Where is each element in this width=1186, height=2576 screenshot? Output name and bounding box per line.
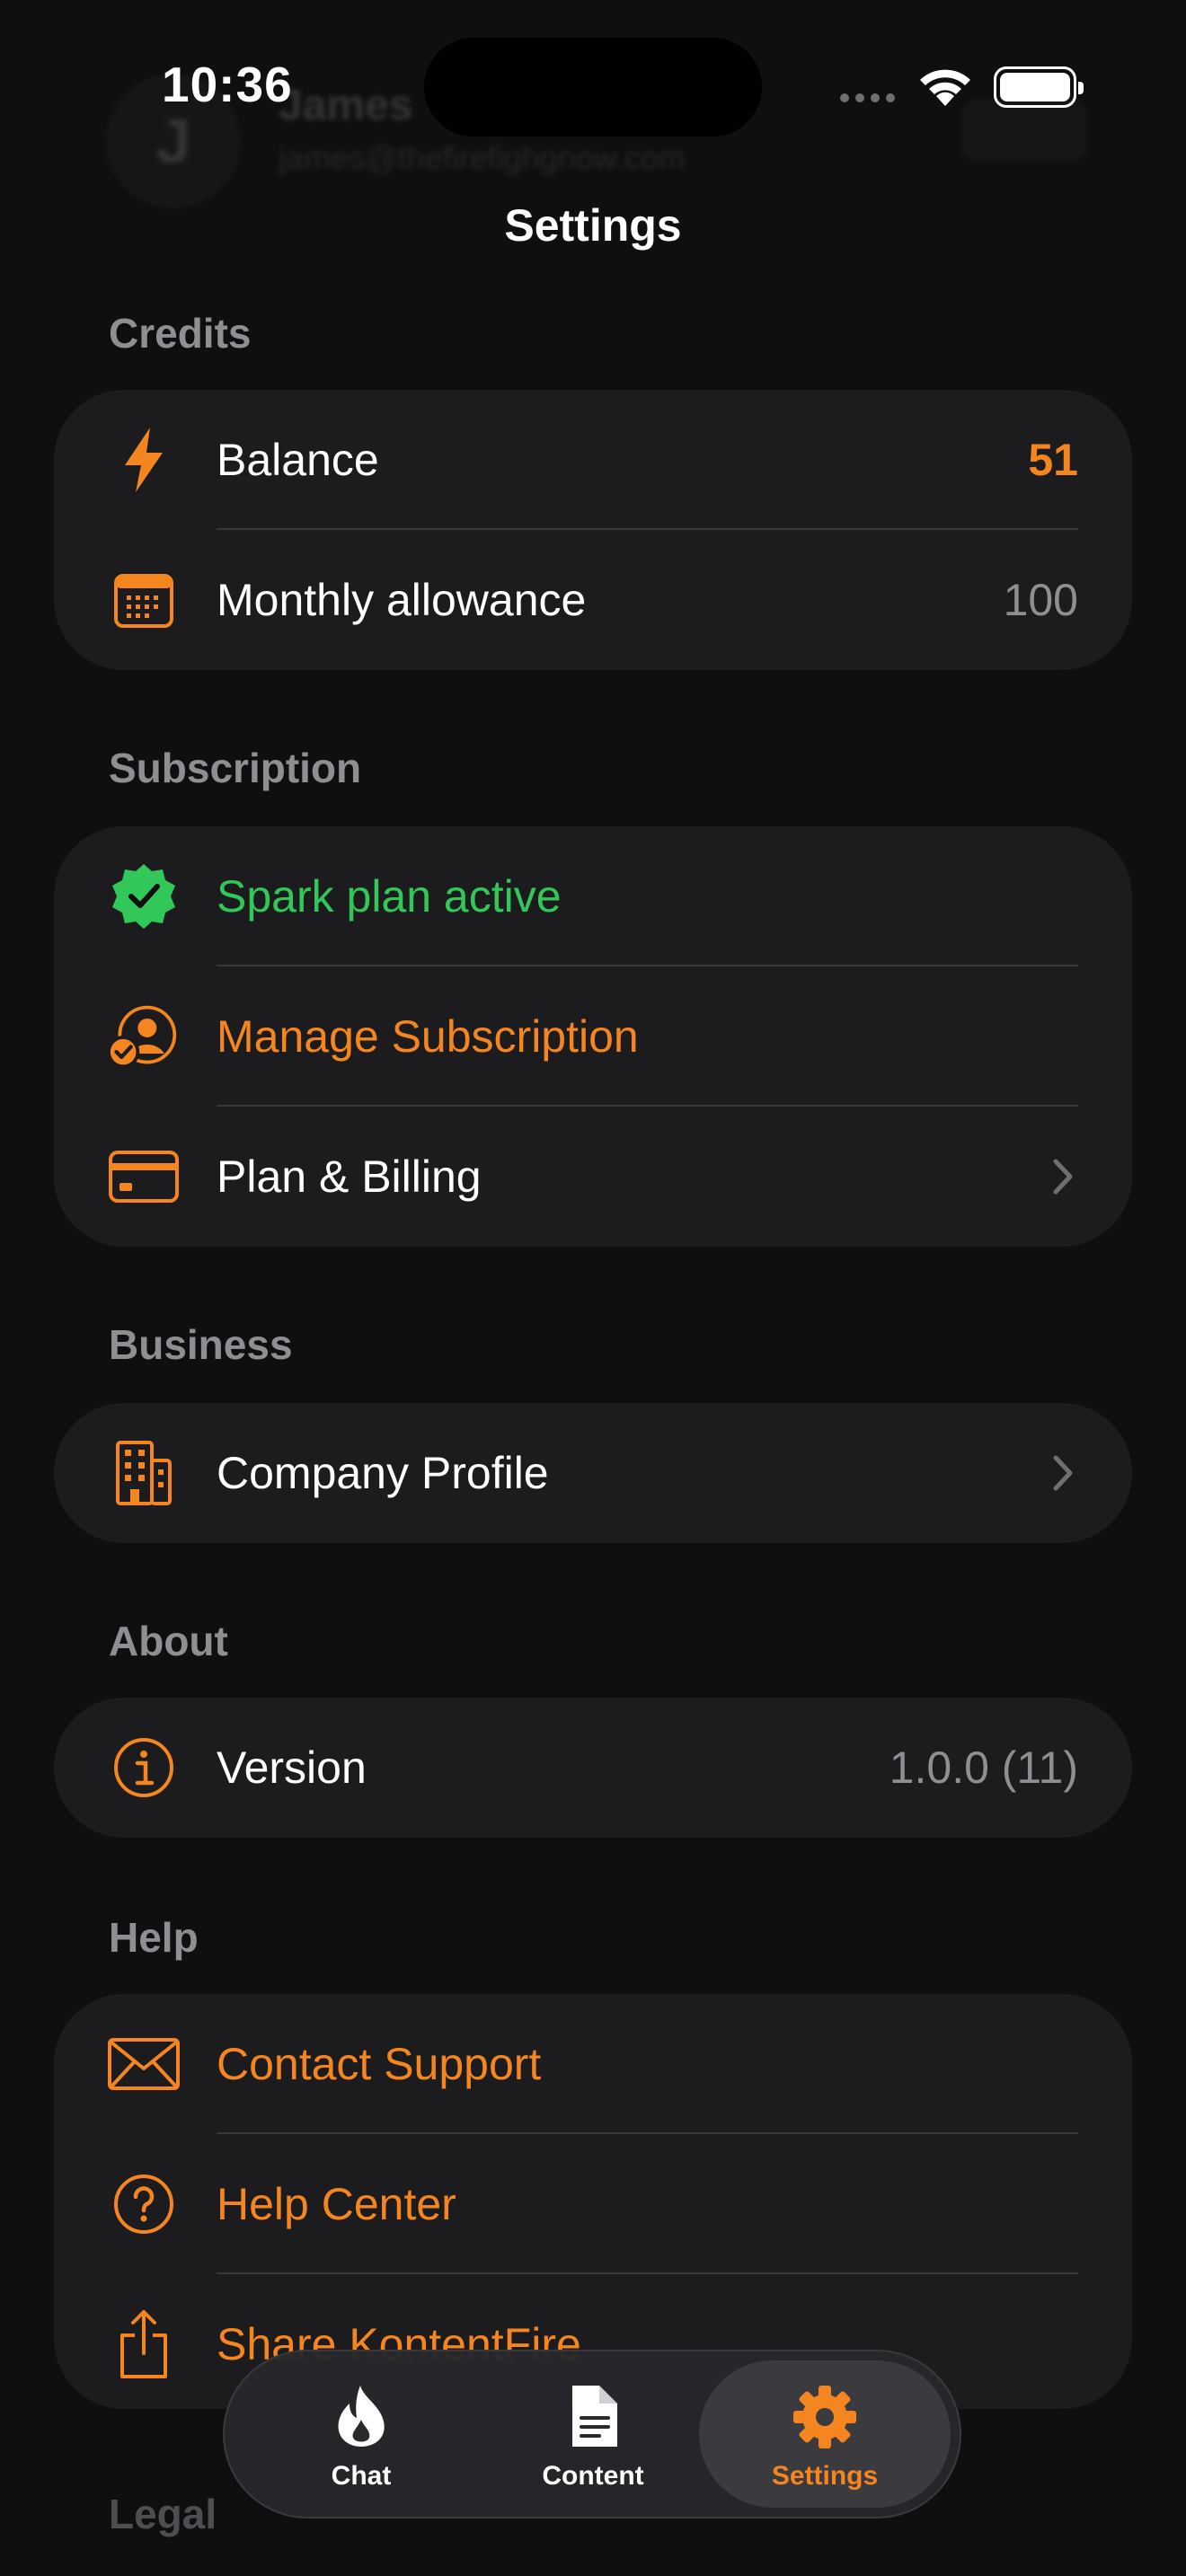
help-center-label: Help Center: [217, 2179, 456, 2229]
battery-icon: [994, 66, 1084, 108]
section-header-about: About: [109, 1618, 228, 1664]
tab-chat[interactable]: Chat: [235, 2360, 487, 2508]
section-header-business: Business: [109, 1321, 293, 1368]
calendar-icon: [108, 564, 180, 636]
section-header-help: Help: [109, 1914, 199, 1961]
info-icon: [108, 1732, 180, 1804]
help-card: Contact Support Help Center Share Konten…: [54, 1994, 1132, 2409]
plan-status-label: Spark plan active: [217, 871, 562, 922]
dynamic-island: [424, 38, 762, 137]
envelope-icon: [108, 2028, 180, 2100]
subscription-card: Spark plan active Manage Subscription Pl…: [54, 826, 1132, 1247]
question-icon: [108, 2168, 180, 2240]
tab-content[interactable]: Content: [467, 2360, 719, 2508]
chevron-right-icon: [1053, 1455, 1073, 1491]
share-icon: [108, 2308, 180, 2380]
wifi-icon: [920, 69, 970, 106]
balance-value: 51: [1028, 435, 1078, 485]
manage-subscription-label: Manage Subscription: [217, 1011, 639, 1062]
manage-subscription-row[interactable]: Manage Subscription: [54, 966, 1132, 1107]
version-row: Version 1.0.0 (11): [54, 1698, 1132, 1838]
section-header-credits: Credits: [109, 310, 252, 357]
gear-icon: [699, 2384, 951, 2448]
tab-bar: Chat Content Settings: [223, 2350, 961, 2519]
cellular-signal-icon: [840, 93, 895, 102]
business-card: Company Profile: [54, 1403, 1132, 1543]
building-icon: [108, 1437, 180, 1509]
credit-card-icon: [108, 1141, 180, 1213]
tab-settings[interactable]: Settings: [699, 2360, 951, 2508]
plan-status-row: Spark plan active: [54, 826, 1132, 966]
about-card: Version 1.0.0 (11): [54, 1698, 1132, 1838]
profile-name: James: [279, 82, 413, 129]
monthly-allowance-label: Monthly allowance: [217, 575, 587, 625]
contact-support-label: Contact Support: [217, 2039, 542, 2089]
company-profile-row[interactable]: Company Profile: [54, 1403, 1132, 1543]
tab-content-label: Content: [542, 2461, 644, 2491]
checkmark-seal-icon: [108, 860, 180, 932]
company-profile-label: Company Profile: [217, 1448, 549, 1498]
version-value: 1.0.0 (11): [889, 1742, 1078, 1793]
section-header-subscription: Subscription: [109, 745, 362, 791]
settings-screen: J James james@thefirefighgnow.com 10:36 …: [0, 0, 1186, 2576]
section-header-legal: Legal: [109, 2491, 217, 2537]
tab-chat-label: Chat: [331, 2461, 392, 2491]
person-check-icon: [108, 1001, 180, 1072]
credits-card: Balance 51 Monthly allowance 100: [54, 390, 1132, 670]
monthly-allowance-value: 100: [1003, 575, 1078, 625]
tab-settings-label: Settings: [771, 2461, 879, 2491]
page-title: Settings: [504, 200, 682, 251]
help-center-row[interactable]: Help Center: [54, 2134, 1132, 2274]
monthly-allowance-row: Monthly allowance 100: [54, 530, 1132, 670]
document-icon: [467, 2384, 719, 2448]
profile-button: [961, 99, 1087, 162]
balance-row: Balance 51: [54, 390, 1132, 530]
flame-icon: [235, 2384, 487, 2448]
contact-support-row[interactable]: Contact Support: [54, 1994, 1132, 2134]
plan-billing-label: Plan & Billing: [217, 1151, 482, 1202]
profile-email: james@thefirefighgnow.com: [279, 139, 686, 176]
status-bar: J James james@thefirefighgnow.com 10:36: [0, 0, 1186, 208]
status-time: 10:36: [162, 57, 293, 112]
bolt-icon: [108, 424, 180, 496]
chevron-right-icon: [1053, 1159, 1073, 1195]
version-label: Version: [217, 1742, 367, 1793]
plan-billing-row[interactable]: Plan & Billing: [54, 1107, 1132, 1247]
balance-label: Balance: [217, 435, 379, 485]
